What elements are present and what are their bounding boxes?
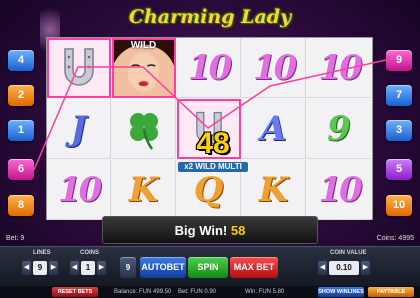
- line-button-right-2[interactable]: 7: [386, 85, 412, 106]
- symbol-10: 10: [318, 47, 362, 88]
- coin-value: 0.10: [329, 261, 359, 275]
- line-button-left-3[interactable]: 1: [8, 120, 34, 141]
- reel-2-row-3: K: [112, 160, 176, 220]
- line-button-left-5[interactable]: 8: [8, 195, 34, 216]
- spin-button[interactable]: SPIN: [188, 257, 228, 278]
- game-title: Charming Lady Luck: [128, 6, 292, 58]
- symbol-q: Q: [193, 169, 224, 210]
- lines-label: LINES: [33, 250, 51, 256]
- reel-1-row-2: J: [47, 99, 111, 159]
- bet-count-button[interactable]: 9: [120, 257, 136, 278]
- coin-value-label: COIN VALUE: [330, 250, 367, 256]
- reset-bets-button[interactable]: RESET BETS: [52, 287, 98, 297]
- symbol-10: 10: [57, 169, 102, 210]
- line-button-left-2[interactable]: 2: [8, 85, 34, 106]
- paytable-button[interactable]: PAYTABLE: [368, 287, 414, 297]
- footer-bet-text: Bet: FUN 0.90: [178, 289, 217, 295]
- reel-2-row-2: [112, 99, 176, 159]
- line-button-right-1[interactable]: 9: [386, 50, 412, 71]
- symbol-10: 10: [187, 47, 232, 88]
- footer-win-text: Win: FUN 5.80: [245, 289, 285, 295]
- wild-label: WILD: [130, 40, 157, 51]
- max-bet-button[interactable]: MAX BET: [230, 257, 278, 278]
- coins-value: 1: [81, 261, 95, 275]
- coins-info: Coins: 4995: [376, 235, 414, 242]
- coin-value-decrease-button[interactable]: ◀: [318, 261, 327, 275]
- reel-5-row-3: 10: [307, 160, 371, 220]
- autobet-button[interactable]: AUTOBET: [140, 257, 186, 278]
- big-win-amount: 58: [230, 223, 246, 238]
- line-win-amount: 48: [196, 127, 230, 160]
- lines-increase-button[interactable]: ▶: [49, 261, 58, 275]
- symbol-k: K: [128, 169, 159, 210]
- reel-4-row-3: K: [242, 160, 306, 220]
- lines-decrease-button[interactable]: ◀: [22, 261, 31, 275]
- symbol-j: J: [70, 108, 87, 149]
- clover-icon: [129, 112, 158, 150]
- symbol-10: 10: [318, 169, 362, 210]
- lines-value: 9: [33, 261, 47, 275]
- big-win-label: Big Win!: [174, 223, 228, 238]
- horseshoe-icon: [63, 47, 94, 86]
- symbol-10: 10: [252, 47, 297, 88]
- show-winlines-button[interactable]: SHOW WINLINES: [318, 287, 364, 297]
- coin-value-increase-button[interactable]: ▶: [361, 261, 370, 275]
- reel-2-row-1: WILD: [112, 38, 176, 98]
- reel-1-row-1: [47, 38, 111, 98]
- line-button-right-4[interactable]: 5: [386, 159, 412, 180]
- line-button-left-4[interactable]: 6: [8, 159, 34, 180]
- reel-4-row-2: A: [242, 99, 306, 159]
- coins-increase-button[interactable]: ▶: [97, 261, 106, 275]
- symbol-k: K: [258, 169, 289, 210]
- footer-bar: RESET BETS Balance: FUN 499.50 Bet: FUN …: [0, 286, 420, 298]
- reel-5-row-2: 9: [307, 99, 371, 159]
- symbol-a: A: [260, 108, 287, 149]
- line-button-right-5[interactable]: 10: [386, 195, 412, 216]
- reel-4-row-1: 10: [242, 38, 306, 98]
- control-panel: LINES ◀ 9 ▶ COINS ◀ 1 ▶ 9 AUTOBET SPIN M…: [0, 246, 420, 286]
- bet-info: Bet: 9: [6, 235, 25, 242]
- reel-5-row-1: 10: [307, 38, 371, 98]
- coins-label: COINS: [80, 250, 100, 256]
- symbol-9: 9: [327, 108, 351, 149]
- line-button-right-3[interactable]: 3: [386, 120, 412, 141]
- line-button-left-1[interactable]: 4: [8, 50, 34, 71]
- wild-multiplier-label: x2 WILD MULTI: [178, 162, 248, 172]
- balance-text: Balance: FUN 499.50: [114, 289, 172, 295]
- coins-decrease-button[interactable]: ◀: [70, 261, 79, 275]
- reel-1-row-3: 10: [47, 160, 111, 220]
- big-win-banner: Big Win! 58: [102, 216, 318, 244]
- reel-3-row-1: 10: [177, 38, 241, 98]
